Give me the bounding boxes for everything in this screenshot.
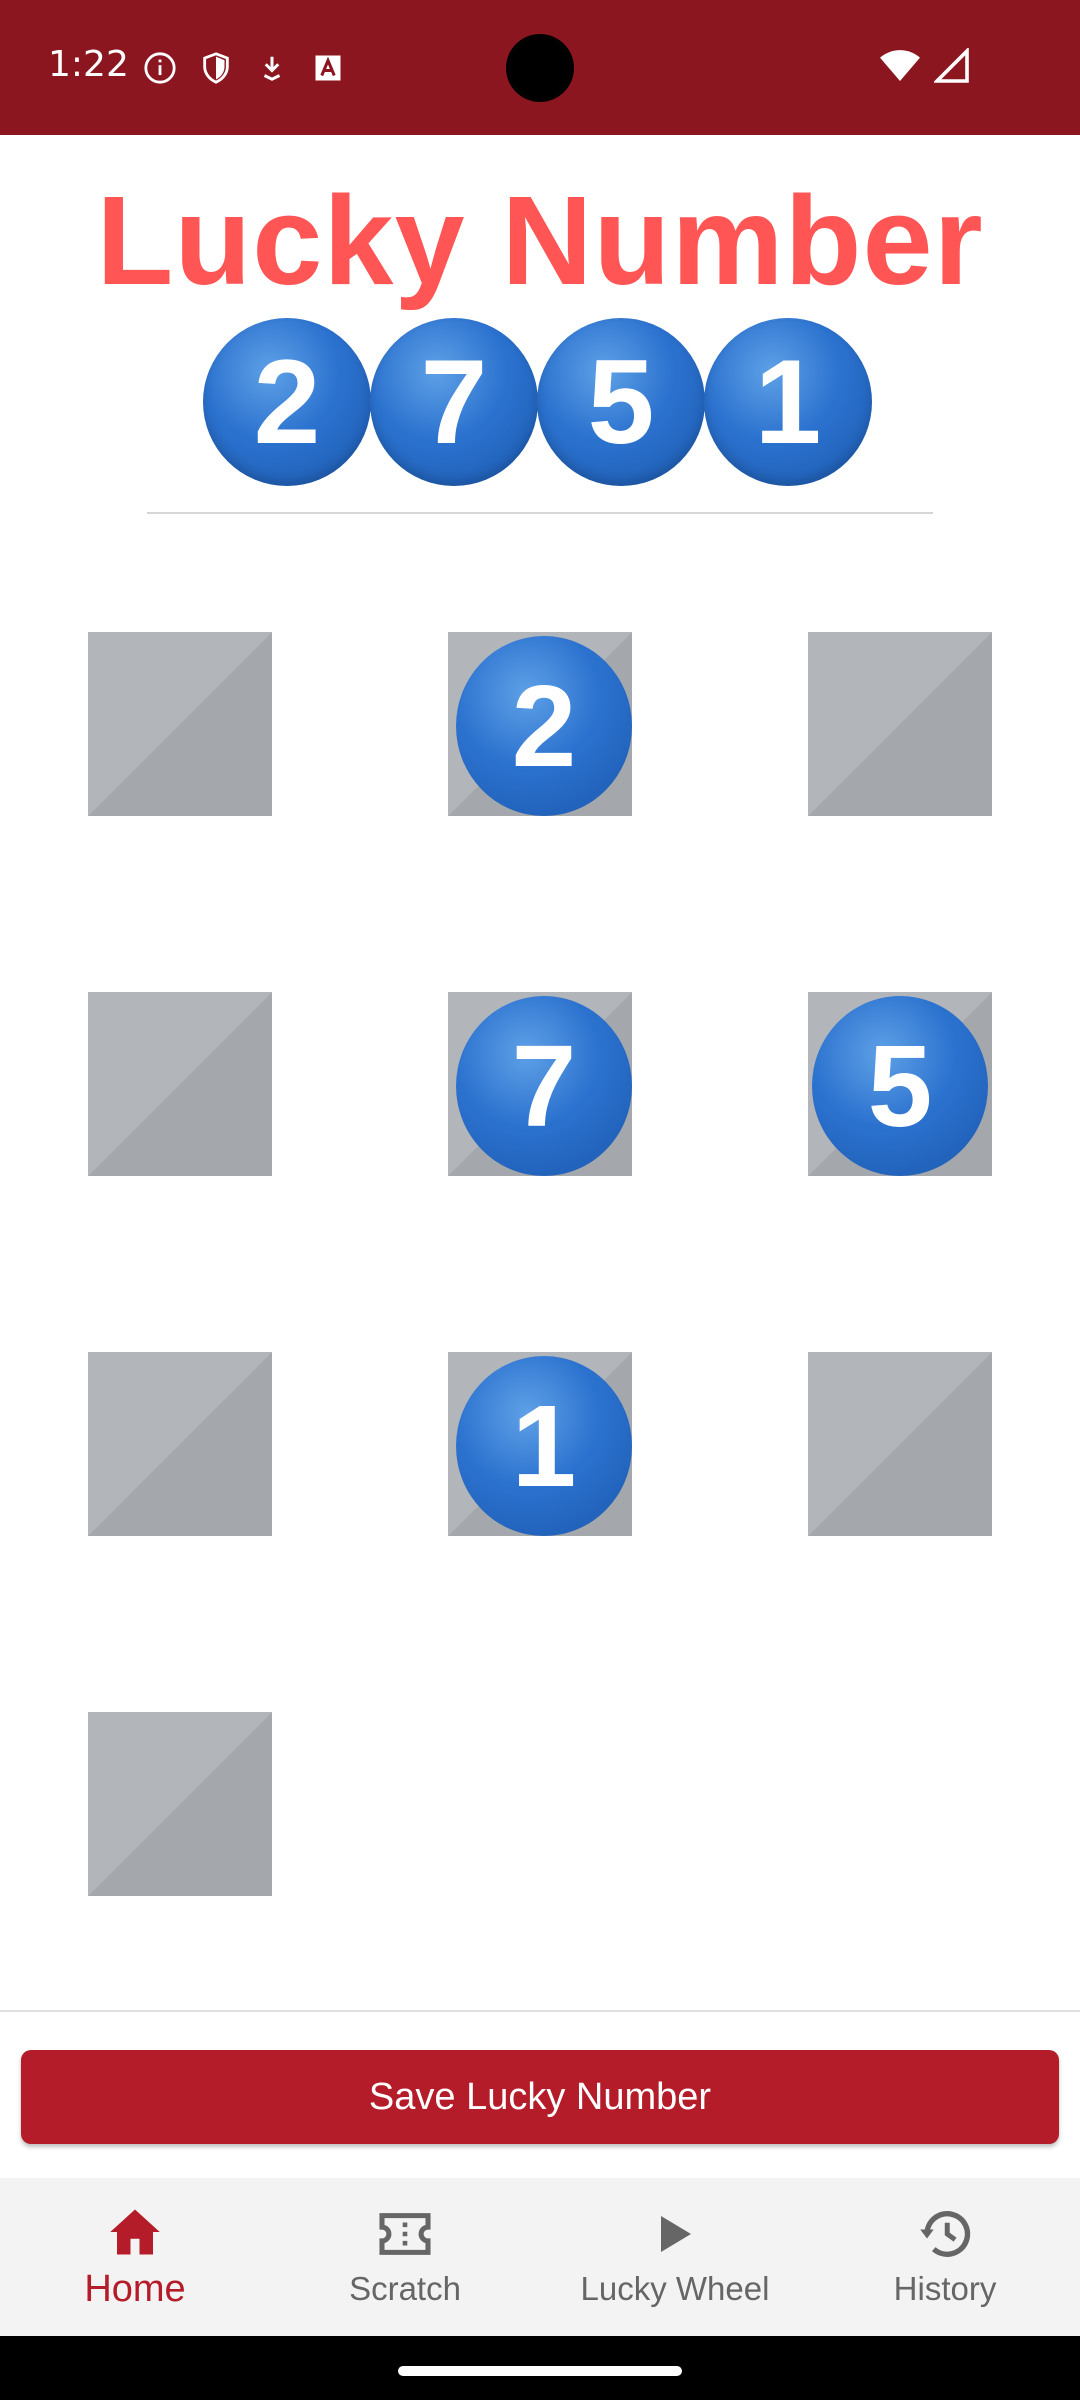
scratch-tile[interactable] bbox=[88, 992, 272, 1176]
nav-label: Home bbox=[84, 2267, 186, 2310]
nav-label: Scratch bbox=[349, 2270, 461, 2307]
revealed-number: 2 bbox=[456, 636, 632, 816]
info-icon bbox=[142, 50, 178, 86]
scratch-tile[interactable]: 7 bbox=[448, 992, 632, 1176]
scratch-tile[interactable] bbox=[808, 1352, 992, 1536]
history-icon bbox=[917, 2206, 973, 2262]
signal-icon bbox=[932, 46, 970, 89]
number-ball: 1 bbox=[704, 318, 872, 486]
scratch-tile[interactable]: 2 bbox=[448, 632, 632, 816]
scratch-tile[interactable] bbox=[88, 1712, 272, 1896]
revealed-number: 5 bbox=[812, 996, 988, 1176]
lucky-number-balls: 2 7 5 1 bbox=[203, 318, 877, 488]
play-icon bbox=[647, 2206, 703, 2262]
bottom-nav: Home Scratch Lucky Wheel History bbox=[0, 2178, 1080, 2336]
nav-item-history[interactable]: History bbox=[810, 2178, 1080, 2336]
number-ball: 7 bbox=[370, 318, 538, 486]
scratch-tile[interactable]: 1 bbox=[448, 1352, 632, 1536]
status-time: 1:22 bbox=[48, 44, 129, 85]
scratch-tile[interactable]: 5 bbox=[808, 992, 992, 1176]
nav-item-home[interactable]: Home bbox=[0, 2178, 270, 2336]
camera-cutout bbox=[506, 34, 574, 102]
home-gesture-handle[interactable] bbox=[398, 2366, 682, 2376]
scratch-tile[interactable] bbox=[808, 632, 992, 816]
save-lucky-number-button[interactable]: Save Lucky Number bbox=[21, 2050, 1059, 2144]
revealed-number: 1 bbox=[456, 1356, 632, 1536]
status-right-icons bbox=[880, 46, 970, 89]
scratch-tile[interactable] bbox=[88, 632, 272, 816]
home-icon bbox=[107, 2204, 163, 2260]
ticket-icon bbox=[377, 2206, 433, 2262]
nav-item-lucky-wheel[interactable]: Lucky Wheel bbox=[540, 2178, 810, 2336]
download-icon bbox=[254, 50, 290, 86]
wifi-icon bbox=[880, 48, 920, 89]
divider bbox=[147, 512, 933, 514]
page-title: Lucky Number bbox=[96, 170, 984, 311]
status-icons bbox=[142, 50, 346, 86]
revealed-number: 7 bbox=[456, 996, 632, 1176]
shield-icon bbox=[198, 50, 234, 86]
scratch-tile[interactable] bbox=[88, 1352, 272, 1536]
number-ball: 5 bbox=[537, 318, 705, 486]
status-bar: 1:22 bbox=[0, 0, 1080, 135]
divider bbox=[0, 2010, 1080, 2012]
number-ball: 2 bbox=[203, 318, 371, 486]
nav-item-scratch[interactable]: Scratch bbox=[270, 2178, 540, 2336]
nav-label: History bbox=[893, 2270, 997, 2307]
text-icon bbox=[310, 50, 346, 86]
nav-label: Lucky Wheel bbox=[580, 2270, 770, 2307]
